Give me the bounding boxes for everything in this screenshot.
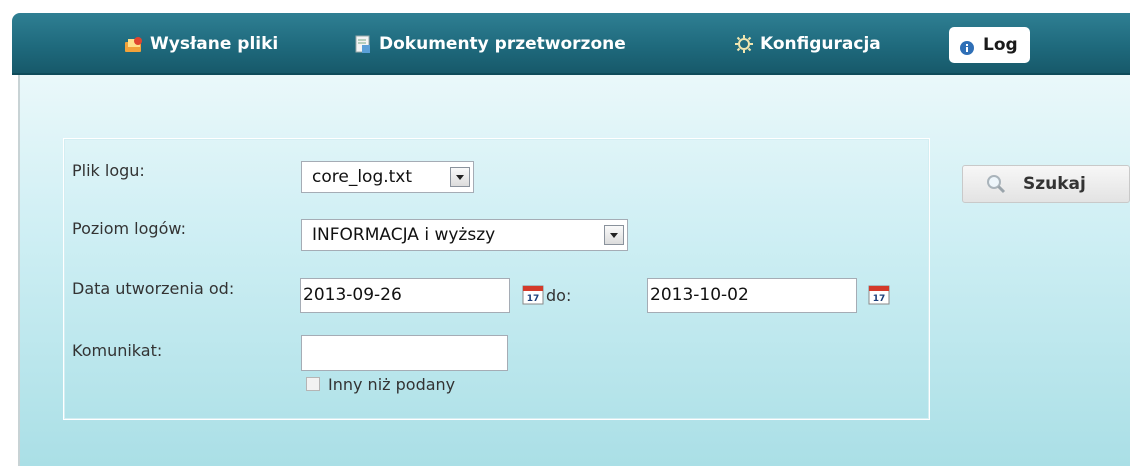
log-file-label: Plik logu: [72, 161, 145, 180]
other-than-checkbox[interactable] [306, 377, 320, 391]
other-than-label: Inny niż podany [328, 375, 456, 394]
nav-item-processed-documents[interactable]: Dokumenty przetworzone [353, 31, 626, 57]
chevron-down-icon[interactable] [604, 225, 624, 245]
nav-item-label: Log [983, 35, 1018, 55]
gear-icon [734, 34, 754, 54]
svg-text:17: 17 [527, 294, 540, 304]
message-label: Komunikat: [72, 341, 163, 360]
upload-files-icon [124, 34, 144, 54]
search-button[interactable]: Szukaj [962, 165, 1130, 203]
info-icon [957, 35, 977, 55]
chevron-down-icon[interactable] [450, 167, 470, 187]
message-field[interactable] [301, 335, 508, 371]
calendar-icon[interactable]: 17 [522, 283, 544, 305]
date-to-field[interactable]: 2013-10-02 [647, 278, 857, 313]
nav-item-label: Wysłane pliki [150, 34, 279, 54]
nav-item-label: Konfiguracja [760, 34, 881, 54]
date-from-field[interactable]: 2013-09-26 [300, 278, 510, 313]
search-button-label: Szukaj [1023, 174, 1086, 194]
svg-text:17: 17 [873, 294, 886, 304]
date-to-label: do: [546, 286, 572, 305]
nav-item-configuration[interactable]: Konfiguracja [734, 31, 881, 57]
search-icon [985, 173, 1007, 195]
top-nav-bar: Wysłane pliki Dokumenty przetworzone Kon… [12, 13, 1130, 75]
log-file-value: core_log.txt [312, 167, 413, 187]
log-file-select[interactable]: core_log.txt [301, 161, 474, 193]
nav-item-log[interactable]: Log [949, 27, 1030, 63]
date-from-label: Data utworzenia od: [72, 279, 235, 298]
processed-document-icon [353, 34, 373, 54]
log-level-select[interactable]: INFORMACJA i wyższy [301, 219, 628, 251]
nav-item-label: Dokumenty przetworzone [379, 34, 626, 54]
log-page: Wysłane pliki Dokumenty przetworzone Kon… [0, 0, 1130, 466]
nav-item-sent-files[interactable]: Wysłane pliki [124, 31, 278, 57]
calendar-icon[interactable]: 17 [868, 283, 890, 305]
log-level-label: Poziom logów: [72, 219, 186, 238]
log-level-value: INFORMACJA i wyższy [312, 225, 496, 245]
